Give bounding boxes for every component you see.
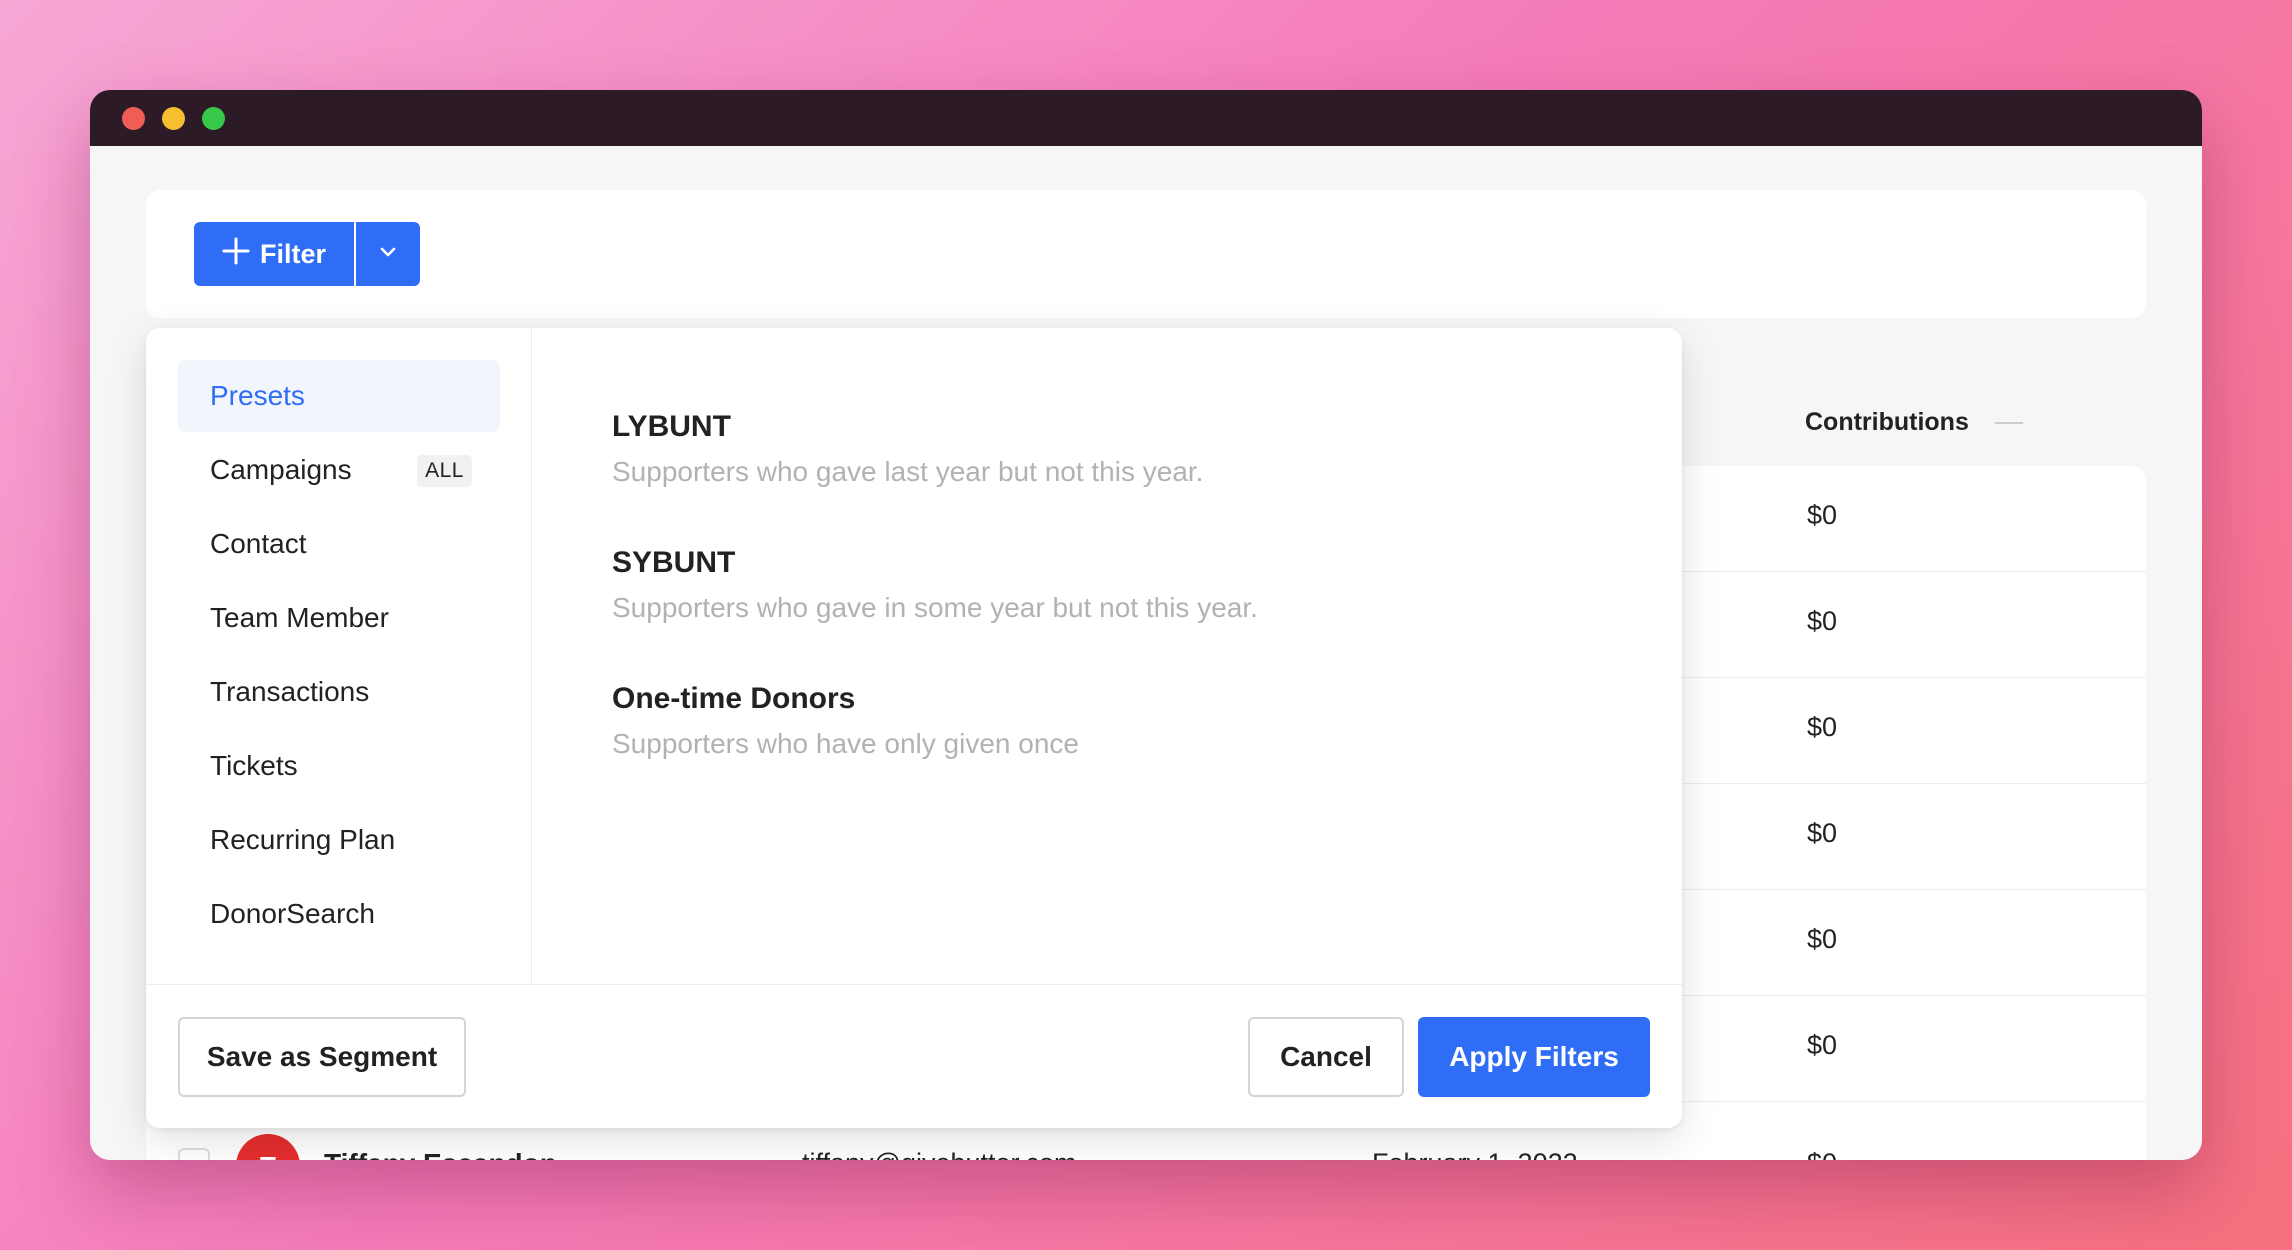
category-label: Presets (210, 380, 305, 411)
avatar: T (236, 1134, 300, 1160)
category-presets[interactable]: Presets (178, 360, 500, 432)
save-as-segment-button[interactable]: Save as Segment (178, 1017, 466, 1097)
presets-panel: LYBUNT Supporters who gave last year but… (532, 328, 1682, 984)
contributions-header-label: Contributions (1805, 408, 1969, 436)
supporter-date: February 1, 2022 (1372, 1148, 1578, 1160)
preset-title: LYBUNT (612, 410, 731, 443)
category-recurring-plan[interactable]: Recurring Plan (178, 804, 500, 876)
category-label: Recurring Plan (210, 824, 396, 855)
supporter-name[interactable]: Tiffany Escandon (324, 1148, 557, 1160)
preset-title: One-time Donors (612, 682, 856, 715)
filter-button-label: Filter (259, 238, 326, 269)
filter-popover: Presets Campaigns ALL Contact Team Membe… (146, 328, 1682, 1128)
contribution-amount: $0 (1807, 712, 1838, 742)
supporter-email: tiffany@givebutter.com (802, 1148, 1077, 1160)
preset-one-time-donors[interactable]: One-time Donors Supporters who have only… (612, 682, 1079, 760)
category-label: Team Member (210, 602, 389, 633)
campaigns-badge: ALL (417, 455, 472, 487)
filter-dropdown-button[interactable] (356, 222, 420, 286)
contribution-amount: $0 (1807, 500, 1838, 530)
preset-description: Supporters who gave last year but not th… (612, 456, 1204, 487)
contribution-amount: $0 (1807, 924, 1838, 954)
chevron-down-icon (379, 245, 397, 263)
preset-sybunt[interactable]: SYBUNT Supporters who gave in some year … (612, 546, 1258, 624)
sort-indicator-icon (1994, 421, 2023, 424)
add-filter-button[interactable]: Filter (194, 222, 354, 286)
contribution-amount: $0 (1807, 1148, 1837, 1160)
title-bar (90, 90, 2202, 146)
category-campaigns[interactable]: Campaigns ALL (178, 434, 500, 506)
apply-filters-button[interactable]: Apply Filters (1418, 1017, 1650, 1097)
contribution-amount: $0 (1807, 818, 1838, 848)
table-row[interactable]: T Tiffany Escandon tiffany@givebutter.co… (146, 1134, 2146, 1160)
row-checkbox[interactable] (178, 1148, 210, 1160)
category-label: Campaigns (210, 454, 352, 485)
maximize-window-button[interactable] (202, 107, 225, 130)
category-team-member[interactable]: Team Member (178, 582, 500, 654)
contributions-column-header[interactable]: Contributions (1805, 408, 2023, 437)
category-label: Contact (210, 528, 307, 559)
contribution-amount: $0 (1807, 1030, 1838, 1060)
minimize-window-button[interactable] (162, 107, 185, 130)
close-window-button[interactable] (122, 107, 145, 130)
preset-lybunt[interactable]: LYBUNT Supporters who gave last year but… (612, 410, 1203, 488)
filter-category-list: Presets Campaigns ALL Contact Team Membe… (146, 328, 532, 984)
category-donorsearch[interactable]: DonorSearch (178, 878, 500, 950)
app-window: Filter Contributions $0 $0 $0 $0 $0 $0 P… (90, 90, 2202, 1160)
preset-description: Supporters who have only given once (612, 728, 1079, 759)
category-transactions[interactable]: Transactions (178, 656, 500, 728)
preset-description: Supporters who gave in some year but not… (612, 592, 1258, 623)
cancel-button[interactable]: Cancel (1248, 1017, 1404, 1097)
popover-footer: Save as Segment Cancel Apply Filters (146, 984, 1682, 1128)
category-label: Tickets (210, 750, 298, 781)
plus-icon (222, 232, 250, 272)
contribution-amount: $0 (1807, 606, 1838, 636)
category-label: DonorSearch (210, 898, 375, 929)
filter-toolbar: Filter (146, 190, 2146, 318)
preset-title: SYBUNT (612, 546, 736, 579)
category-contact[interactable]: Contact (178, 508, 500, 580)
category-label: Transactions (210, 676, 370, 707)
category-tickets[interactable]: Tickets (178, 730, 500, 802)
